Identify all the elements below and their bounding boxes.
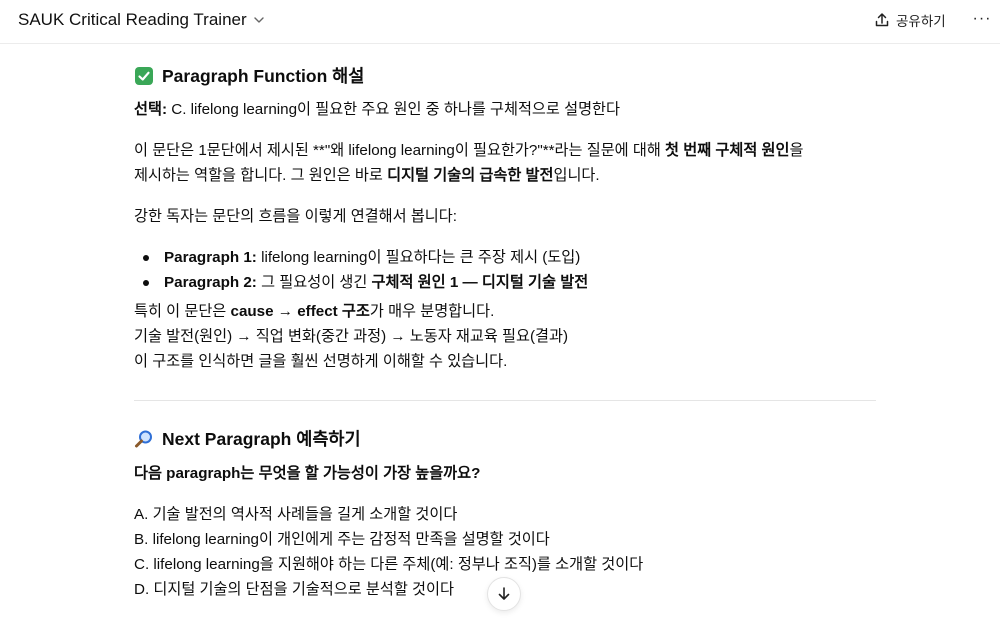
app-title: SAUK Critical Reading Trainer [18, 10, 247, 29]
share-button[interactable]: 공유하기 [874, 10, 946, 30]
check-mark-icon [135, 67, 153, 85]
divider [134, 400, 876, 401]
share-label: 공유하기 [896, 14, 946, 29]
option-b: B. lifelong learning이 개인에게 주는 감정적 만족을 설명… [134, 531, 550, 548]
flow-bullet-list: Paragraph 1: lifelong learning이 필요하다는 큰 … [134, 245, 876, 295]
option-c: C. lifelong learning을 지원해야 하는 다른 주체(예: 정… [134, 556, 644, 573]
flow-intro: 강한 독자는 문단의 흐름을 이렇게 연결해서 봅니다: [134, 208, 457, 225]
share-icon [875, 13, 889, 27]
more-icon: ··· [972, 10, 992, 27]
selection-line: 선택: C. lifelong learning이 필요한 주요 원인 중 하나… [134, 101, 620, 118]
chevron-down-icon [253, 17, 264, 23]
assistant-message: Paragraph Function 해설 선택: C. lifelong le… [134, 60, 876, 602]
more-options-button[interactable]: ··· [972, 9, 992, 29]
arrow-down-icon [498, 587, 510, 600]
list-item: Paragraph 2: 그 필요성이 생긴 구체적 원인 1 — 디지털 기술… [134, 270, 876, 295]
option-a: A. 기술 발전의 역사적 사례들을 길게 소개할 것이다 [134, 506, 458, 523]
model-selector[interactable]: SAUK Critical Reading Trainer [18, 10, 265, 30]
prediction-question: 다음 paragraph는 무엇을 할 가능성이 가장 높을까요? [134, 465, 481, 482]
list-item: Paragraph 1: lifelong learning이 필요하다는 큰 … [134, 245, 876, 270]
section-heading-next-paragraph: Next Paragraph 예측하기 [134, 423, 876, 455]
top-bar: SAUK Critical Reading Trainer 공유하기 ··· [0, 0, 1000, 44]
scroll-to-bottom-button[interactable] [487, 577, 521, 611]
section-heading-paragraph-function: Paragraph Function 해설 [134, 60, 876, 92]
structure-paragraph: 특히 이 문단은 cause → effect 구조가 매우 분명합니다. 기술… [134, 303, 569, 370]
explanation-paragraph: 이 문단은 1문단에서 제시된 **"왜 lifelong learning이 … [134, 142, 804, 184]
magnifier-icon [135, 430, 152, 448]
